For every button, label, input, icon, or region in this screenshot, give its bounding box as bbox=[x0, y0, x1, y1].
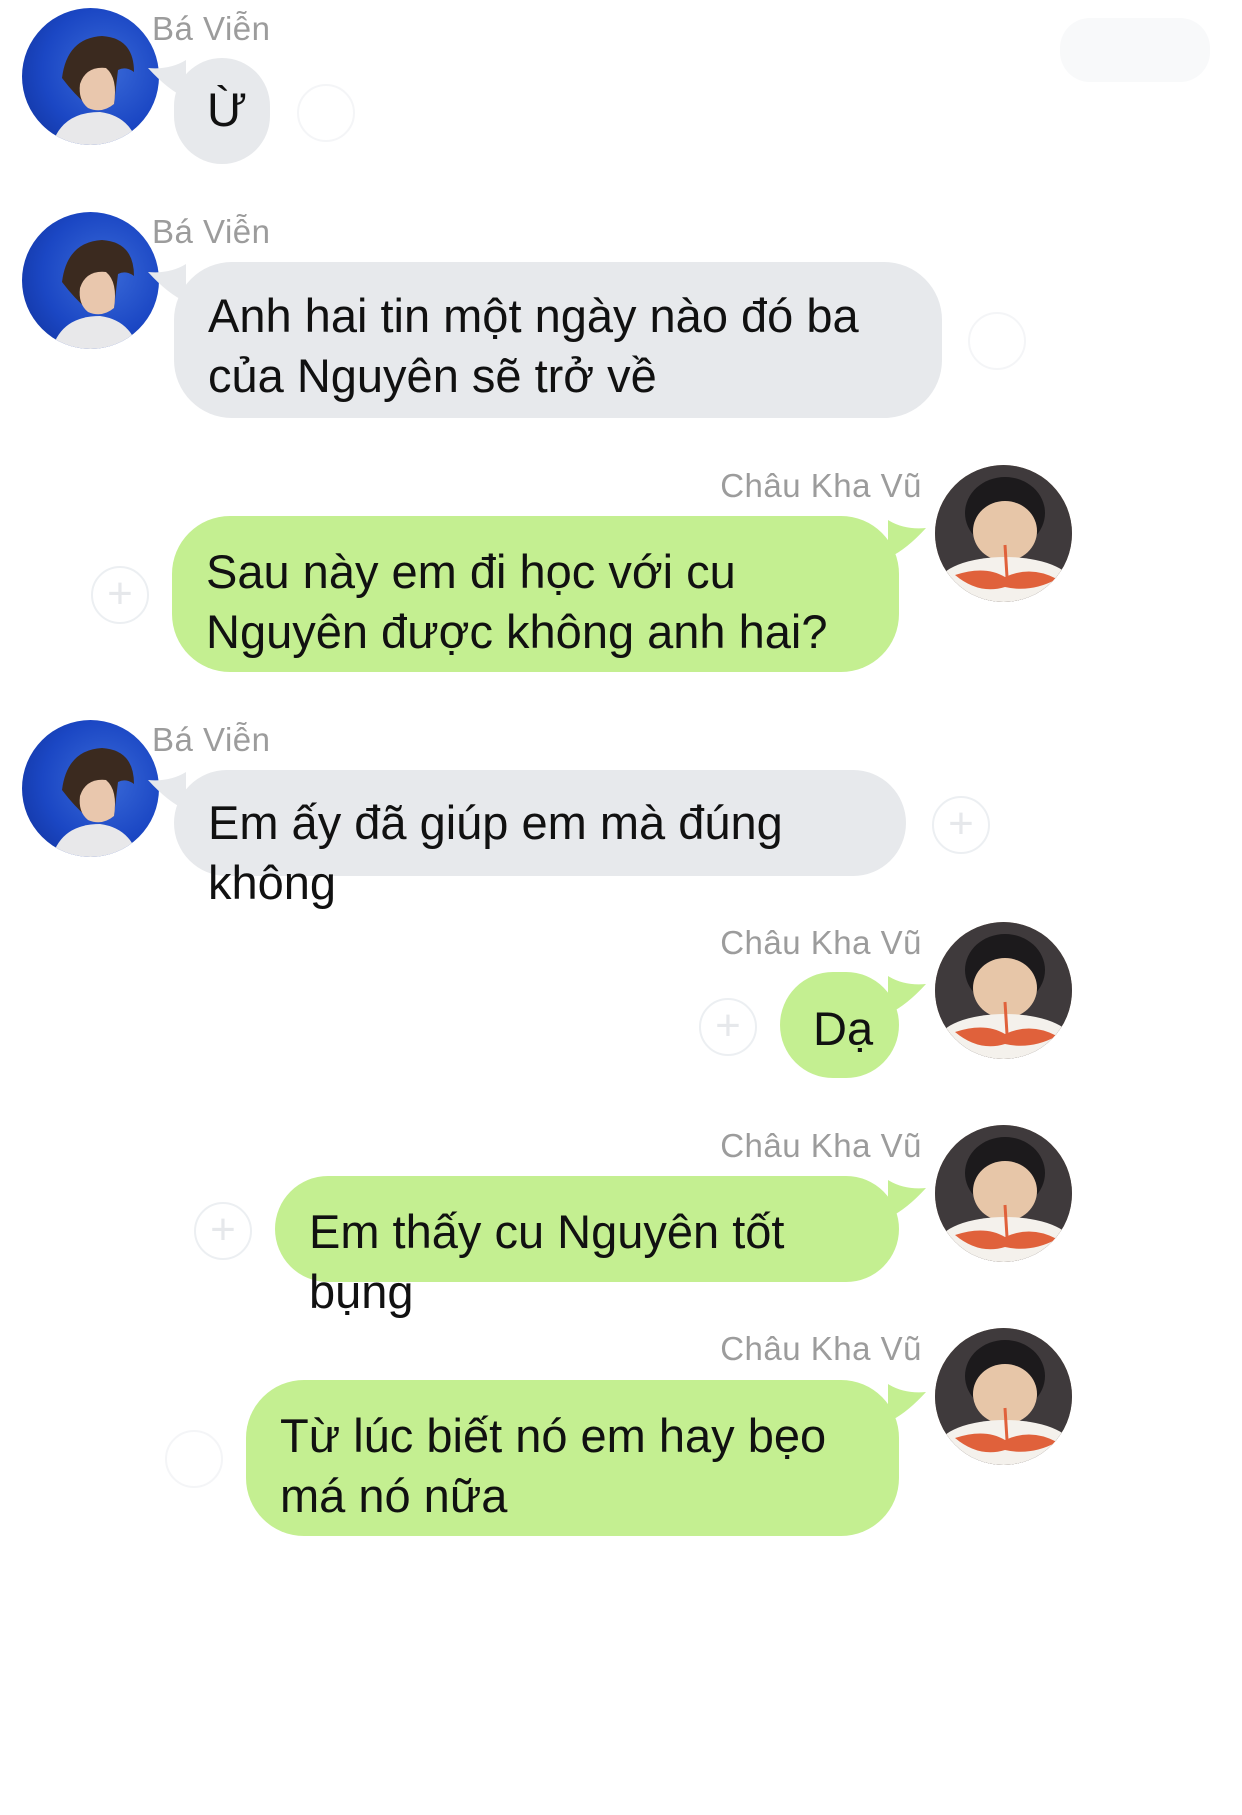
message-text: Anh hai tin một ngày nào đó ba của Nguyê… bbox=[208, 289, 859, 402]
message-bubble[interactable]: Sau này em đi học với cu Nguyên được khô… bbox=[172, 516, 899, 672]
eating-noodles-icon bbox=[935, 1328, 1072, 1465]
person-icon bbox=[52, 748, 138, 857]
eating-noodles-icon bbox=[935, 922, 1072, 1059]
add-reaction-icon[interactable]: + bbox=[699, 998, 757, 1056]
person-icon bbox=[52, 240, 138, 349]
add-reaction-icon[interactable]: + bbox=[91, 566, 149, 624]
add-reaction-icon[interactable] bbox=[968, 312, 1026, 370]
message-text: Ừ bbox=[207, 83, 248, 136]
avatar[interactable] bbox=[935, 1328, 1072, 1465]
message-text: Em thấy cu Nguyên tốt bụng bbox=[309, 1205, 785, 1318]
add-reaction-icon[interactable] bbox=[297, 84, 355, 142]
avatar[interactable] bbox=[935, 1125, 1072, 1262]
sender-name: Bá Viễn bbox=[152, 721, 271, 758]
eating-noodles-icon bbox=[935, 465, 1072, 602]
message-text: Từ lúc biết nó em hay bẹo má nó nữa bbox=[280, 1409, 827, 1522]
avatar[interactable] bbox=[22, 720, 159, 857]
person-icon bbox=[52, 36, 138, 145]
sender-name: Châu Kha Vũ bbox=[720, 1127, 922, 1164]
add-reaction-icon[interactable]: + bbox=[932, 796, 990, 854]
decorative-blob bbox=[1060, 18, 1210, 82]
sender-name: Châu Kha Vũ bbox=[720, 467, 922, 504]
sender-name: Châu Kha Vũ bbox=[720, 924, 922, 961]
message-text: Dạ bbox=[813, 1002, 874, 1055]
message-bubble[interactable]: Từ lúc biết nó em hay bẹo má nó nữa bbox=[246, 1380, 899, 1536]
avatar[interactable] bbox=[22, 8, 159, 145]
sender-name: Bá Viễn bbox=[152, 10, 271, 47]
avatar[interactable] bbox=[935, 465, 1072, 602]
avatar[interactable] bbox=[22, 212, 159, 349]
sender-name: Châu Kha Vũ bbox=[720, 1330, 922, 1367]
message-bubble[interactable]: Dạ bbox=[780, 972, 899, 1078]
message-bubble[interactable]: Anh hai tin một ngày nào đó ba của Nguyê… bbox=[174, 262, 942, 418]
message-bubble[interactable]: Ừ bbox=[174, 58, 270, 164]
message-bubble[interactable]: Em thấy cu Nguyên tốt bụng bbox=[275, 1176, 899, 1318]
add-reaction-icon[interactable]: + bbox=[194, 1202, 252, 1260]
message-text: Em ấy đã giúp em mà đúng không bbox=[208, 796, 783, 909]
avatar[interactable] bbox=[935, 922, 1072, 1059]
eating-noodles-icon bbox=[935, 1125, 1072, 1262]
sender-name: Bá Viễn bbox=[152, 213, 271, 250]
message-bubble[interactable]: Em ấy đã giúp em mà đúng không bbox=[174, 770, 906, 909]
add-reaction-icon[interactable] bbox=[165, 1430, 223, 1488]
message-text: Sau này em đi học với cu Nguyên được khô… bbox=[206, 545, 828, 658]
